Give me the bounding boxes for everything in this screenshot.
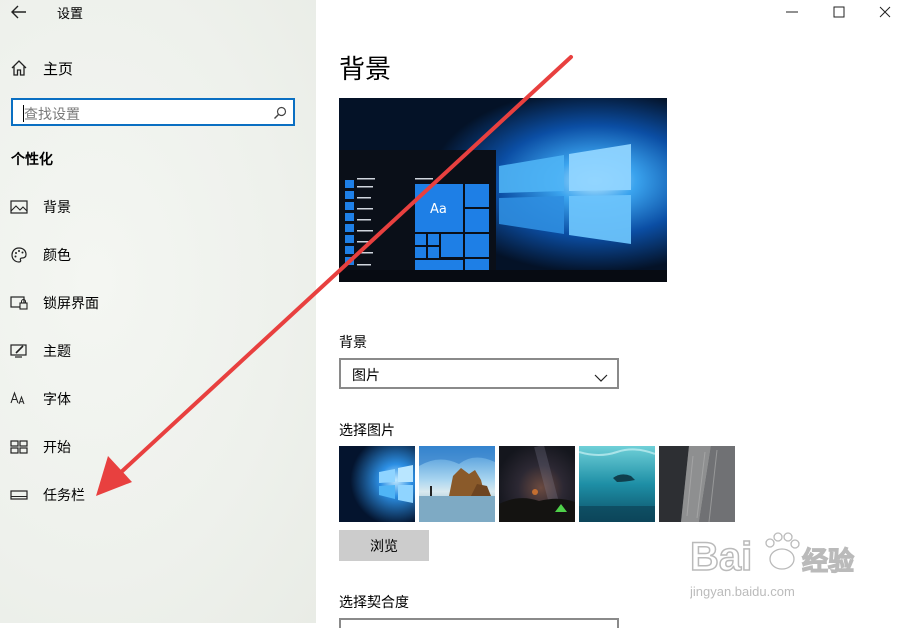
picture-icon: [10, 198, 28, 216]
search-input[interactable]: 查找设置: [11, 98, 295, 126]
sidebar-item-label: 开始: [43, 440, 71, 456]
baidu-watermark: Bai 经验 jingyan.baidu.com: [689, 525, 870, 605]
picture-thumbnail-cliff[interactable]: [659, 446, 735, 522]
sidebar-item-label: 颜色: [43, 248, 71, 264]
app-title: 设置: [57, 7, 84, 22]
theme-icon: [10, 342, 28, 360]
svg-text:Bai: Bai: [690, 535, 752, 579]
preview-tile-text: Aa: [430, 202, 447, 217]
start-icon: [10, 438, 28, 456]
palette-icon: [10, 246, 28, 264]
fit-select[interactable]: [339, 618, 619, 628]
search-placeholder: 查找设置: [24, 107, 80, 123]
search-icon[interactable]: [273, 105, 287, 119]
background-select-value: 图片: [352, 368, 380, 384]
sidebar-item-themes[interactable]: 主题: [10, 339, 71, 363]
desktop-preview: Aa: [339, 98, 667, 282]
sidebar-item-start[interactable]: 开始: [10, 435, 71, 459]
svg-text:jingyan.baidu.com: jingyan.baidu.com: [690, 584, 795, 599]
sidebar-item-colors[interactable]: 颜色: [10, 243, 71, 267]
background-select[interactable]: 图片: [339, 358, 619, 389]
sidebar-item-taskbar[interactable]: 任务栏: [10, 483, 85, 507]
svg-text:经验: 经验: [802, 546, 854, 576]
sidebar-item-label: 主题: [43, 344, 71, 360]
sidebar-item-background[interactable]: 背景: [10, 195, 71, 219]
home-label: 主页: [43, 59, 74, 78]
picture-thumbnail-underwater[interactable]: [579, 446, 655, 522]
picture-thumbnail-beach[interactable]: [419, 446, 495, 522]
sidebar-item-label: 背景: [43, 200, 71, 216]
chevron-down-icon: [594, 368, 608, 382]
sidebar: 设置 主页 查找设置 个性化 背景 颜色 锁屏界面 主题 字体 开始 任务栏: [0, 0, 316, 623]
picture-thumbnail-windows[interactable]: [339, 446, 415, 522]
lock-screen-icon: [10, 294, 28, 312]
choose-fit-label: 选择契合度: [339, 595, 409, 611]
close-icon[interactable]: [876, 4, 894, 18]
sidebar-item-fonts[interactable]: 字体: [10, 387, 71, 411]
picture-thumbnail-night-sky[interactable]: [499, 446, 575, 522]
sidebar-item-home[interactable]: 主页: [10, 57, 73, 79]
section-title: 个性化: [11, 152, 53, 168]
sidebar-item-lock-screen[interactable]: 锁屏界面: [10, 291, 99, 315]
font-icon: [10, 390, 28, 408]
page-title: 背景: [339, 55, 392, 85]
sidebar-item-label: 任务栏: [43, 488, 85, 504]
choose-picture-label: 选择图片: [339, 423, 395, 439]
baidu-watermark-logo: Bai 经验 jingyan.baidu.com: [689, 532, 855, 599]
maximize-icon[interactable]: [830, 4, 848, 18]
sidebar-item-label: 锁屏界面: [43, 296, 99, 312]
browse-button[interactable]: 浏览: [339, 530, 429, 561]
taskbar-icon: [10, 486, 28, 504]
sidebar-item-label: 字体: [43, 392, 71, 408]
background-label: 背景: [339, 335, 367, 351]
home-icon: [10, 59, 28, 77]
minimize-icon[interactable]: [783, 4, 801, 18]
back-arrow-icon[interactable]: [8, 1, 30, 23]
